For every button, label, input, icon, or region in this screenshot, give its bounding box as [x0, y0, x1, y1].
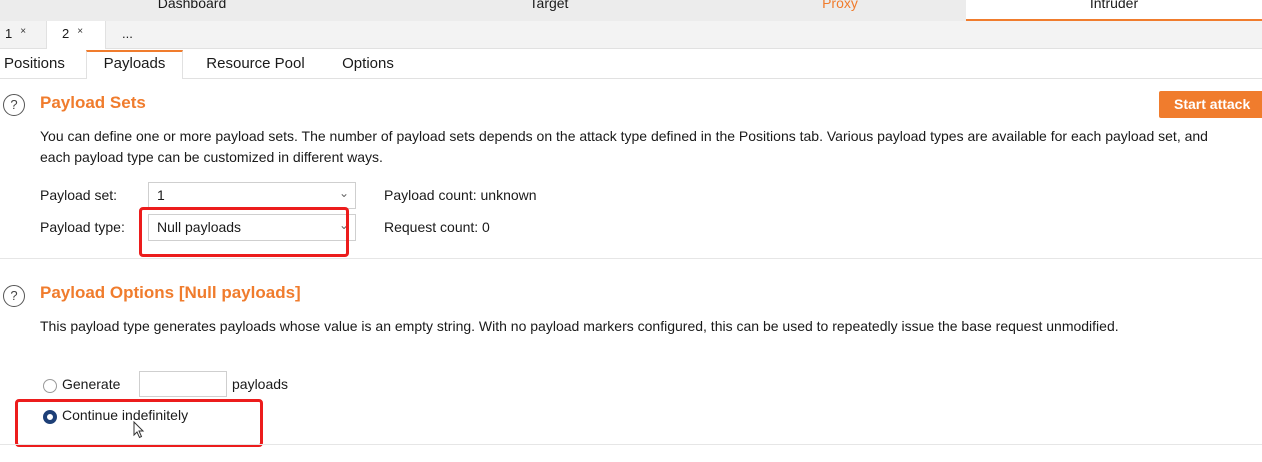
tab-positions[interactable]: Positions [0, 50, 86, 79]
payload-sets-title: Payload Sets [40, 93, 146, 112]
chevron-down-icon: ⌄ [338, 186, 349, 200]
payload-set-value: 1 [157, 187, 165, 203]
attack-tab-1[interactable]: 1 × [0, 21, 46, 49]
tab-intruder[interactable]: Intruder [966, 0, 1262, 21]
section-divider [0, 258, 1262, 259]
highlight-payload-type [139, 207, 349, 257]
mouse-cursor-icon [133, 421, 145, 439]
payloads-suffix-label: payloads [232, 376, 289, 392]
attack-tab-bar: 1 × 2 × ... [0, 21, 1262, 49]
attack-tab-label: 2 [62, 26, 70, 41]
attack-tab-label: 1 [5, 26, 13, 41]
start-attack-button[interactable]: Start attack [1159, 91, 1262, 118]
new-tab-button[interactable]: ... [106, 21, 146, 49]
attack-tab-2[interactable]: 2 × [46, 21, 106, 49]
tab-dashboard[interactable]: Dashboard [0, 0, 384, 21]
close-icon[interactable]: × [77, 26, 83, 37]
payload-set-label: Payload set: [40, 187, 118, 203]
tab-target[interactable]: Target [384, 0, 714, 21]
generate-count-input[interactable] [139, 371, 227, 397]
payload-set-dropdown[interactable]: 1 ⌄ [148, 182, 356, 209]
intruder-sub-tab-bar: Positions Payloads Resource Pool Options [0, 50, 1262, 79]
tab-payloads[interactable]: Payloads [86, 50, 183, 79]
generate-label: Generate [62, 376, 121, 392]
payload-type-label: Payload type: [40, 219, 125, 235]
tab-options[interactable]: Options [328, 50, 408, 79]
payload-options-description: This payload type generates payloads who… [40, 318, 1119, 334]
request-count: Request count: 0 [384, 219, 490, 235]
help-icon[interactable]: ? [3, 94, 25, 116]
payload-sets-description: You can define one or more payload sets.… [40, 128, 1208, 165]
tab-resource-pool[interactable]: Resource Pool [183, 50, 328, 79]
close-icon[interactable]: × [20, 26, 26, 37]
tab-proxy[interactable]: Proxy [714, 0, 966, 21]
payload-count: Payload count: unknown [384, 187, 537, 203]
section-divider [0, 444, 1262, 445]
generate-radio[interactable] [43, 379, 57, 393]
payload-options-title: Payload Options [Null payloads] [40, 283, 301, 302]
tool-tab-bar: Dashboard Target Proxy Intruder [0, 0, 1262, 21]
help-icon[interactable]: ? [3, 285, 25, 307]
